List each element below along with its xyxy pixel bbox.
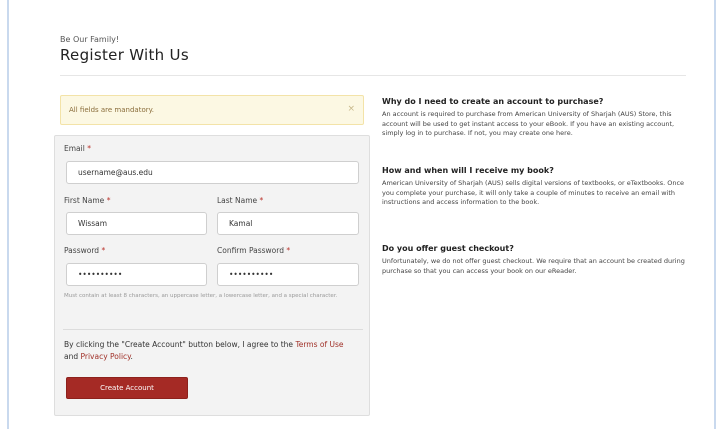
window-frame-right <box>714 0 716 429</box>
close-icon[interactable]: × <box>347 104 355 114</box>
terms-suffix: . <box>130 352 133 361</box>
alert-message: All fields are mandatory. <box>69 106 154 114</box>
last-name-label-text: Last Name <box>217 196 258 205</box>
page-title: Register With Us <box>60 46 189 64</box>
faq-question: Do you offer guest checkout? <box>382 244 514 253</box>
required-mark: * <box>106 196 111 205</box>
terms-agreement: By clicking the "Create Account" button … <box>64 339 364 363</box>
create-account-button[interactable]: Create Account <box>66 377 188 399</box>
terms-prefix: By clicking the "Create Account" button … <box>64 340 296 349</box>
form-divider <box>63 329 363 330</box>
page-eyebrow: Be Our Family! <box>60 35 120 44</box>
faq-question: Why do I need to create an account to pu… <box>382 97 604 106</box>
terms-and: and <box>64 352 81 361</box>
faq-answer: Unfortunately, we do not offer guest che… <box>382 257 685 275</box>
faq-item-guest-checkout: Do you offer guest checkout? Unfortunate… <box>382 244 687 276</box>
required-mark: * <box>259 196 264 205</box>
required-mark: * <box>286 246 291 255</box>
faq-item-receive-book: How and when will I receive my book? Ame… <box>382 166 687 208</box>
first-name-field[interactable] <box>66 212 207 235</box>
terms-of-use-link[interactable]: Terms of Use <box>295 340 343 349</box>
last-name-field[interactable] <box>217 212 359 235</box>
email-label: Email * <box>64 144 91 153</box>
header-divider <box>60 75 686 76</box>
mandatory-fields-alert: All fields are mandatory. × <box>60 95 364 125</box>
email-label-text: Email <box>64 144 85 153</box>
faq-answer: American University of Sharjah (AUS) sel… <box>382 179 685 206</box>
registration-form: Email * First Name * Last Name * Passwor… <box>54 135 370 416</box>
window-frame-left <box>7 0 9 429</box>
faq-question: How and when will I receive my book? <box>382 166 554 175</box>
first-name-label: First Name * <box>64 196 110 205</box>
confirm-password-label: Confirm Password * <box>217 246 290 255</box>
faq-item-why-account: Why do I need to create an account to pu… <box>382 97 687 139</box>
privacy-policy-link[interactable]: Privacy Policy <box>81 352 131 361</box>
confirm-password-label-text: Confirm Password <box>217 246 284 255</box>
password-hint: Must contain at least 8 characters, an u… <box>64 293 338 299</box>
password-label-text: Password <box>64 246 100 255</box>
email-field[interactable] <box>66 161 359 184</box>
last-name-label: Last Name * <box>217 196 263 205</box>
required-mark: * <box>87 144 91 153</box>
password-field[interactable] <box>66 263 207 286</box>
confirm-password-field[interactable] <box>217 263 359 286</box>
first-name-label-text: First Name <box>64 196 105 205</box>
faq-answer: An account is required to purchase from … <box>382 110 675 137</box>
password-label: Password * <box>64 246 105 255</box>
required-mark: * <box>101 246 106 255</box>
